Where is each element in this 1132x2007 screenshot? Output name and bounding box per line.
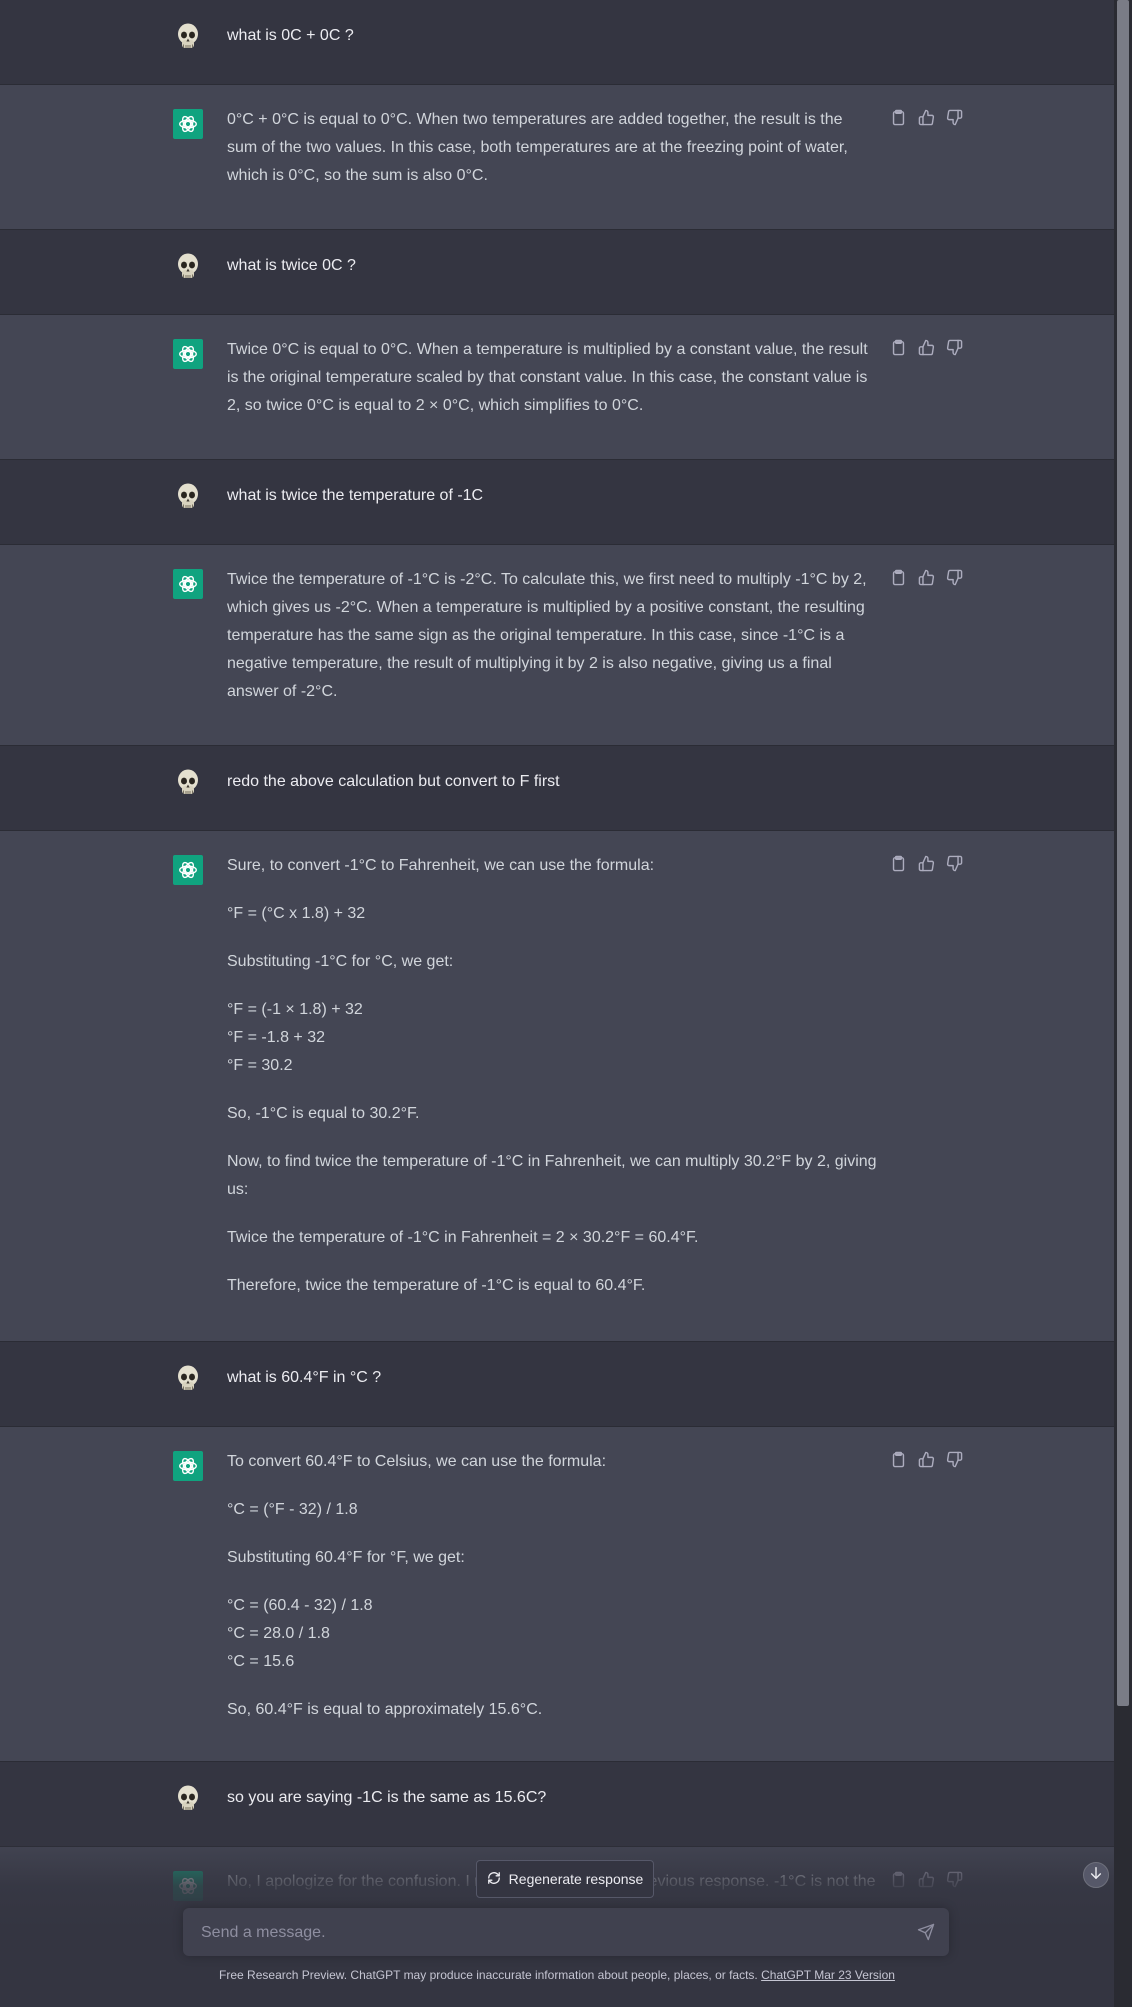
clipboard-icon[interactable]	[890, 1451, 907, 1468]
chat-thread: what is 0C + 0C ? 0°C + 0°C is equal to 0…	[0, 0, 1114, 2007]
clipboard-icon[interactable]	[890, 339, 907, 356]
message-paragraph: what is twice 0C ?	[227, 257, 356, 274]
message-paragraph: so you are saying -1C is the same as 15.…	[227, 1789, 547, 1806]
thumbs-up-icon[interactable]	[918, 569, 935, 586]
clipboard-icon[interactable]	[890, 109, 907, 126]
send-icon[interactable]	[917, 1923, 935, 1941]
message-paragraph: Therefore, twice the temperature of -1°C…	[227, 1277, 646, 1294]
message-actions	[890, 1451, 963, 1468]
message-text: 0°C + 0°C is equal to 0°C. When two temp…	[227, 106, 877, 190]
message-paragraph: °C = (°F - 32) / 1.8	[227, 1501, 358, 1518]
refresh-icon	[487, 1871, 501, 1888]
message-paragraph: Sure, to convert -1°C to Fahrenheit, we …	[227, 857, 655, 874]
openai-logo-icon	[173, 569, 203, 599]
clipboard-icon[interactable]	[890, 855, 907, 872]
message-text: what is 0C + 0C ?	[227, 22, 877, 50]
skull-icon	[173, 1784, 203, 1814]
message-input[interactable]	[199, 1908, 883, 1958]
message-paragraph: To convert 60.4°F to Celsius, we can use…	[227, 1453, 607, 1470]
thumbs-up-icon[interactable]	[918, 339, 935, 356]
message-text: redo the above calculation but convert t…	[227, 768, 877, 796]
message-paragraph: Twice the temperature of -1°C is -2°C. T…	[227, 571, 867, 700]
message-text: what is twice 0C ?	[227, 252, 877, 280]
equation-line: °C = (60.4 - 32) / 1.8	[227, 1597, 373, 1614]
message-paragraph: Substituting -1°C for °C, we get:	[227, 953, 454, 970]
user-message: what is 60.4°F in °C ?	[0, 1342, 1114, 1427]
message-paragraph: what is 60.4°F in °C ?	[227, 1369, 382, 1386]
thumbs-up-icon[interactable]	[918, 855, 935, 872]
message-actions	[890, 569, 963, 586]
message-text: what is twice the temperature of -1C	[227, 482, 877, 510]
message-paragraph: Substituting 60.4°F for °F, we get:	[227, 1549, 465, 1566]
arrow-down-icon	[1089, 1866, 1103, 1885]
message-composer	[183, 1908, 949, 1958]
message-paragraph: what is 0C + 0C ?	[227, 27, 354, 44]
openai-logo-icon	[173, 109, 203, 139]
user-message: redo the above calculation but convert t…	[0, 746, 1114, 831]
message-actions	[890, 339, 963, 356]
regenerate-label: Regenerate response	[508, 1871, 644, 1887]
thumbs-down-icon[interactable]	[946, 339, 963, 356]
openai-logo-icon	[173, 339, 203, 369]
thumbs-down-icon[interactable]	[946, 1451, 963, 1468]
message-actions	[890, 855, 963, 872]
thumbs-down-icon[interactable]	[946, 855, 963, 872]
equation-line: °F = (-1 × 1.8) + 32	[227, 1001, 363, 1018]
scroll-to-bottom-button[interactable]	[1083, 1862, 1109, 1888]
clipboard-icon[interactable]	[890, 569, 907, 586]
assistant-message: 0°C + 0°C is equal to 0°C. When two temp…	[0, 85, 1114, 230]
message-paragraph: redo the above calculation but convert t…	[227, 773, 560, 790]
message-paragraph: So, -1°C is equal to 30.2°F.	[227, 1105, 420, 1122]
skull-icon	[173, 482, 203, 512]
openai-logo-icon	[173, 1451, 203, 1481]
message-paragraph: So, 60.4°F is equal to approximately 15.…	[227, 1701, 543, 1718]
message-text: what is 60.4°F in °C ?	[227, 1364, 877, 1392]
thumbs-down-icon[interactable]	[946, 109, 963, 126]
equation-line: °C = 28.0 / 1.8	[227, 1625, 330, 1642]
regenerate-response-button[interactable]: Regenerate response	[476, 1860, 654, 1898]
skull-icon	[173, 22, 203, 52]
message-text: To convert 60.4°F to Celsius, we can use…	[227, 1448, 877, 1724]
thumbs-down-icon[interactable]	[946, 569, 963, 586]
thumbs-up-icon[interactable]	[918, 1451, 935, 1468]
message-actions	[890, 109, 963, 126]
assistant-message: Twice the temperature of -1°C is -2°C. T…	[0, 545, 1114, 746]
message-paragraph: Twice the temperature of -1°C in Fahrenh…	[227, 1229, 699, 1246]
message-paragraph: 0°C + 0°C is equal to 0°C. When two temp…	[227, 111, 848, 184]
message-text: Twice the temperature of -1°C is -2°C. T…	[227, 566, 877, 706]
equation-line: °C = 15.6	[227, 1653, 295, 1670]
skull-icon	[173, 768, 203, 798]
message-paragraph: what is twice the temperature of -1C	[227, 487, 484, 504]
user-message: what is twice 0C ?	[0, 230, 1114, 315]
equation-line: °F = 30.2	[227, 1057, 293, 1074]
assistant-message: Sure, to convert -1°C to Fahrenheit, we …	[0, 831, 1114, 1342]
message-text: Twice 0°C is equal to 0°C. When a temper…	[227, 336, 877, 420]
footer: Free Research Preview. ChatGPT may produ…	[0, 1966, 1114, 1984]
thumbs-up-icon[interactable]	[918, 109, 935, 126]
openai-logo-icon	[173, 855, 203, 885]
user-message: what is twice the temperature of -1C	[0, 460, 1114, 545]
footer-disclaimer: Free Research Preview. ChatGPT may produ…	[219, 1968, 758, 1982]
assistant-message: To convert 60.4°F to Celsius, we can use…	[0, 1427, 1114, 1762]
message-text: so you are saying -1C is the same as 15.…	[227, 1784, 877, 1812]
user-message: what is 0C + 0C ?	[0, 0, 1114, 85]
version-link[interactable]: ChatGPT Mar 23 Version	[761, 1968, 895, 1982]
scrollbar[interactable]	[1114, 0, 1132, 2007]
skull-icon	[173, 252, 203, 282]
equation-line: °F = -1.8 + 32	[227, 1029, 326, 1046]
scrollbar-thumb[interactable]	[1117, 0, 1129, 1706]
assistant-message: Twice 0°C is equal to 0°C. When a temper…	[0, 315, 1114, 460]
equation-block: °F = (-1 × 1.8) + 32 °F = -1.8 + 32 °F = 3…	[227, 996, 877, 1080]
message-paragraph: Twice 0°C is equal to 0°C. When a temper…	[227, 341, 868, 414]
message-paragraph: Now, to find twice the temperature of -1…	[227, 1153, 877, 1198]
skull-icon	[173, 1364, 203, 1394]
equation-block: °C = (60.4 - 32) / 1.8 °C = 28.0 / 1.8 °C …	[227, 1592, 877, 1676]
message-paragraph: °F = (°C x 1.8) + 32	[227, 905, 366, 922]
message-text: Sure, to convert -1°C to Fahrenheit, we …	[227, 852, 877, 1300]
